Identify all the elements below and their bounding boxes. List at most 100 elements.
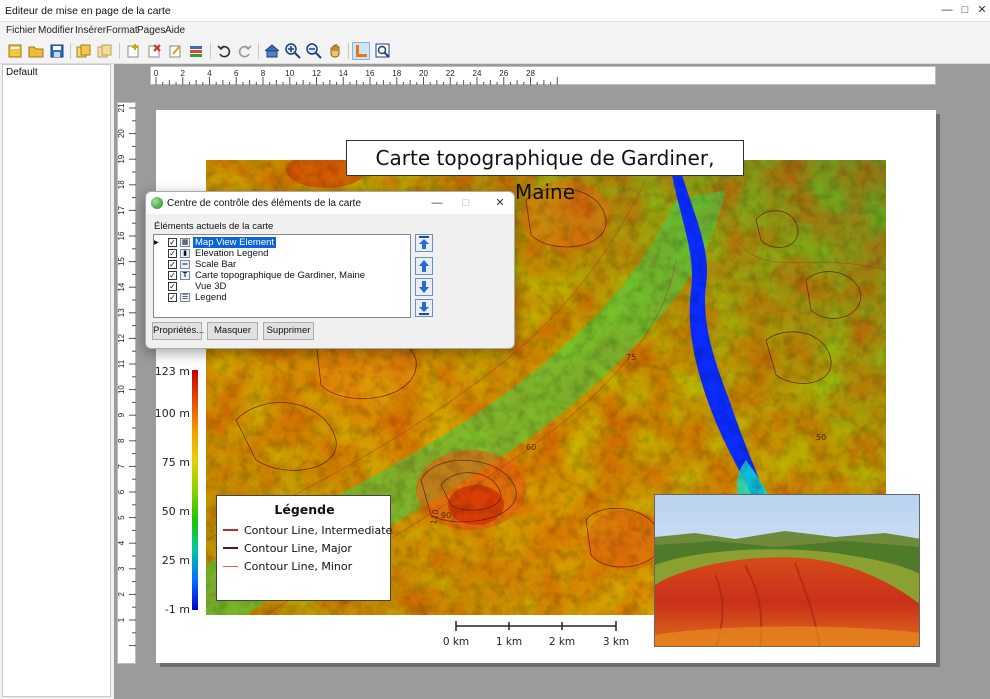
window-title: Editeur de mise en page de la carte (5, 5, 171, 17)
legend-entry-label: Contour Line, Minor (244, 559, 353, 573)
copy-page-icon[interactable] (75, 42, 93, 60)
pan-hand-icon[interactable] (326, 42, 344, 60)
element-properties-icon[interactable] (166, 42, 184, 60)
layers-icon[interactable] (187, 42, 205, 60)
expand-icon[interactable]: ▸ (154, 237, 168, 248)
ruler-label: 20 (118, 129, 126, 138)
close-button[interactable]: ✕ (975, 3, 989, 17)
zoom-out-icon[interactable] (305, 42, 323, 60)
elevation-label: 123 m (154, 365, 190, 378)
map-elements-list[interactable]: ▸ ✓ ▦ Map View Element ✓ ▮ Elevation Leg… (153, 234, 411, 318)
list-item-scale-bar[interactable]: ✓ ═ Scale Bar (154, 259, 410, 270)
delete-button[interactable]: Supprimer (263, 322, 314, 340)
move-down-button[interactable] (415, 278, 433, 296)
map-title[interactable]: Carte topographique de Gardiner, Maine (346, 140, 744, 204)
visibility-checkbox[interactable]: ✓ (168, 249, 177, 258)
move-up-button[interactable] (415, 257, 433, 275)
visibility-checkbox[interactable]: ✓ (168, 260, 177, 269)
toolbar (0, 39, 990, 64)
visibility-checkbox[interactable]: ✓ (168, 293, 177, 302)
undo-icon[interactable] (215, 42, 233, 60)
dialog-close-button[interactable]: ✕ (493, 196, 507, 210)
layout-workspace[interactable]: 0 2 4 6 8 10 12 14 16 18 20 22 24 26 28 21 20 19 18 17 16 15… (114, 64, 990, 699)
move-to-bottom-button[interactable] (415, 299, 433, 317)
ruler-label: 14 (118, 282, 126, 291)
visibility-checkbox[interactable]: ✓ (168, 271, 177, 280)
zoom-in-icon[interactable] (284, 42, 302, 60)
minimize-button[interactable]: — (940, 3, 954, 17)
list-item-legend[interactable]: ✓ ☰ Legend (154, 292, 410, 303)
menu-bar: Fichier Modifier Insérer Format Pages Ai… (0, 22, 990, 39)
list-item-label: Vue 3D (195, 281, 227, 292)
delete-element-icon[interactable] (145, 42, 163, 60)
visibility-checkbox[interactable]: ✓ (168, 282, 177, 291)
legend-icon: ☰ (180, 293, 190, 302)
scale-bar-icon: ═ (180, 260, 190, 269)
contour-label: 60 (526, 443, 536, 452)
ruler-label: 16 (366, 69, 375, 78)
elevation-legend[interactable]: 123 m 100 m 75 m 50 m 25 m -1 m (154, 365, 206, 620)
list-item-vue-3d[interactable]: ✓ Vue 3D (154, 281, 410, 292)
menu-inserer[interactable]: Insérer (75, 25, 106, 36)
legend-entry: Contour Line, Major (223, 541, 352, 555)
list-item-map-view-element[interactable]: ▸ ✓ ▦ Map View Element (154, 237, 410, 248)
legend-title: Légende (274, 502, 335, 517)
ruler-label: 2 (181, 69, 186, 78)
hide-button[interactable]: Masquer (207, 322, 258, 340)
properties-button[interactable]: Propriétés... (152, 322, 204, 340)
toolbar-separator (210, 43, 211, 59)
contour-label: 75 (626, 353, 636, 362)
ruler-label: 19 (118, 154, 126, 163)
home-icon[interactable] (263, 42, 281, 60)
ruler-label: 16 (118, 231, 126, 240)
ruler-label: 26 (499, 69, 508, 78)
menu-aide[interactable]: Aide (165, 25, 185, 36)
ruler-label: 21 (118, 103, 126, 112)
list-item-label: Map View Element (193, 237, 277, 248)
menu-modifier[interactable]: Modifier (38, 25, 74, 36)
list-item-label: Scale Bar (195, 259, 237, 270)
legend-line-swatch (223, 565, 238, 567)
arrow-up-icon (419, 260, 429, 272)
menu-format[interactable]: Format (106, 25, 138, 36)
scale-bar-label: 3 km (602, 636, 630, 648)
view-3d-element[interactable] (654, 494, 920, 647)
visibility-checkbox[interactable]: ✓ (168, 238, 177, 247)
legend-entry-label: Contour Line, Major (244, 541, 352, 555)
legend-line-swatch (223, 529, 238, 531)
ruler-label: 17 (118, 205, 126, 214)
dialog-title: Centre de contrôle des éléments de la ca… (167, 198, 361, 209)
ruler-label: 10 (285, 69, 294, 78)
text-element-icon: T (180, 271, 190, 280)
list-item-map-title[interactable]: ✓ T Carte topographique de Gardiner, Mai… (154, 270, 410, 281)
save-icon[interactable] (48, 42, 66, 60)
page-list-item-default[interactable]: Default (6, 67, 38, 78)
ruler-label: 8 (118, 438, 126, 443)
scale-bar[interactable]: 0 km 1 km 2 km 3 km (436, 616, 636, 656)
paste-page-icon[interactable] (96, 42, 114, 60)
new-layout-icon[interactable] (6, 42, 24, 60)
maximize-button[interactable]: □ (958, 3, 972, 17)
view-3d-image (655, 495, 919, 646)
open-folder-icon[interactable] (27, 42, 45, 60)
elevation-label: 25 m (161, 554, 190, 567)
dialog-minimize-button[interactable]: — (430, 196, 444, 210)
contour-label: 50 (816, 433, 826, 442)
map-element-control-dialog[interactable]: Centre de contrôle des éléments de la ca… (145, 191, 515, 349)
legend[interactable]: Légende Contour Line, Intermediate Conto… (216, 495, 392, 601)
select-tool-icon[interactable] (352, 42, 370, 60)
legend-line-swatch (223, 547, 238, 549)
redo-icon[interactable] (236, 42, 254, 60)
elevation-label: -1 m (164, 603, 190, 616)
menu-pages[interactable]: Pages (137, 25, 165, 36)
zoom-extent-icon[interactable] (374, 42, 392, 60)
ruler-label: 6 (118, 489, 126, 494)
legend-entry: Contour Line, Minor (223, 559, 352, 573)
ruler-label: 18 (118, 180, 126, 189)
add-element-icon[interactable] (124, 42, 142, 60)
list-item-elevation-legend[interactable]: ✓ ▮ Elevation Legend (154, 248, 410, 259)
move-to-top-button[interactable] (415, 234, 433, 252)
ruler-label: 28 (526, 69, 535, 78)
elevation-label: 100 m (154, 407, 190, 420)
menu-fichier[interactable]: Fichier (6, 25, 36, 36)
